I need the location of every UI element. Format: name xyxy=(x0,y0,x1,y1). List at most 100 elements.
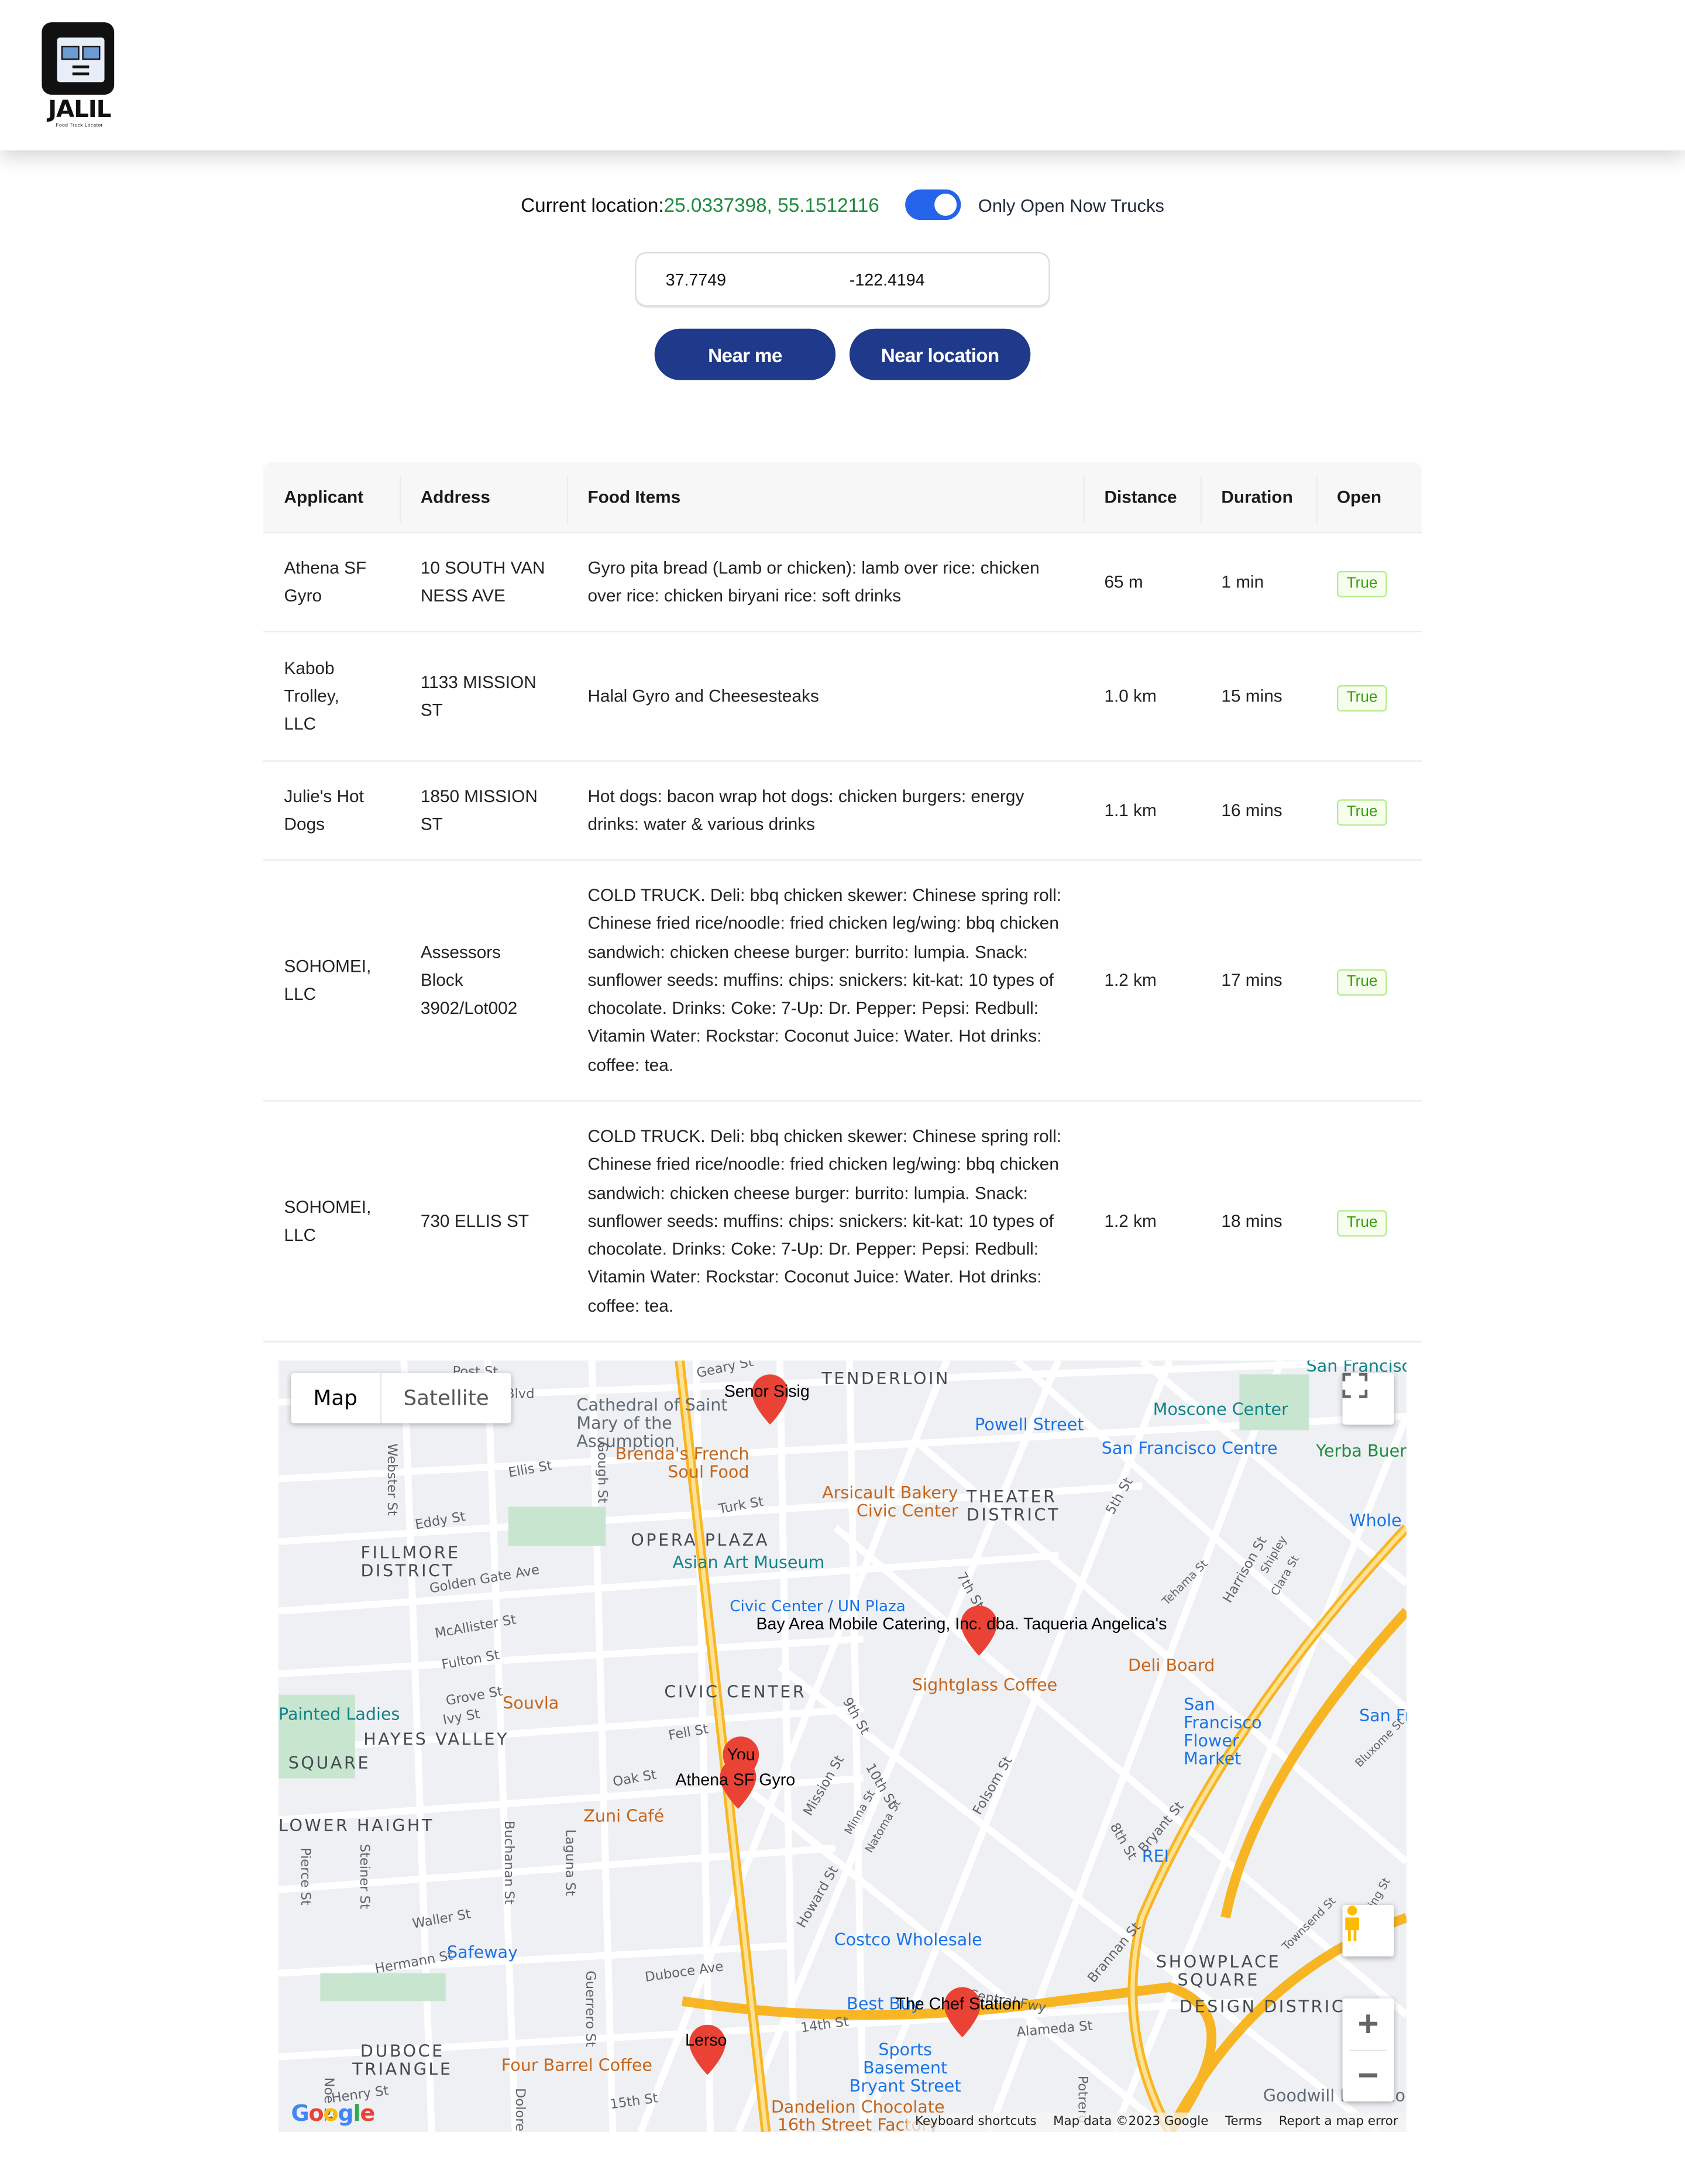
district-label: DUBOCE TRIANGLE xyxy=(352,2041,453,2079)
column-header-duration[interactable]: Duration xyxy=(1200,476,1316,524)
cell-address: Assessors Block 3902/Lot002 xyxy=(420,942,518,1019)
latitude-input[interactable] xyxy=(662,268,847,291)
zoom-out-button[interactable]: − xyxy=(1343,2051,1394,2101)
terms-link[interactable]: Terms xyxy=(1217,2116,1271,2130)
marker-label[interactable]: Lerso xyxy=(685,2030,727,2049)
map-attribution: Keyboard shortcuts Map data ©2023 Google… xyxy=(906,2112,1407,2133)
table-row[interactable]: SOHOMEI, LLC 730 ELLIS ST COLD TRUCK. De… xyxy=(263,1102,1422,1343)
cell-food-items: COLD TRUCK. Deli: bbq chicken skewer: Ch… xyxy=(587,885,1062,1075)
current-location-value: 25.0337398, 55.1512116 xyxy=(663,193,879,216)
cell-food-items: COLD TRUCK. Deli: bbq chicken skewer: Ch… xyxy=(587,1126,1062,1316)
poi-safeway[interactable]: Safeway xyxy=(447,1944,518,1962)
open-now-toggle-label: Only Open Now Trucks xyxy=(978,194,1164,215)
marker-label[interactable]: The Chef Station xyxy=(895,1994,1020,2013)
cell-distance: 65 m xyxy=(1104,572,1143,592)
marker-label[interactable]: Bay Area Mobile Catering, Inc. dba. Taqu… xyxy=(756,1614,1167,1633)
cell-distance: 1.0 km xyxy=(1104,686,1157,706)
street-label: Gough St xyxy=(594,1442,610,1504)
poi-souvla[interactable]: Souvla xyxy=(503,1694,559,1713)
google-logo[interactable]: Google xyxy=(291,2100,375,2126)
map-type-map-button[interactable]: Map xyxy=(291,1373,381,1423)
poi-sports-basement[interactable]: Sports Basement Bryant Street xyxy=(835,2041,975,2096)
keyboard-shortcuts-link[interactable]: Keyboard shortcuts xyxy=(907,2116,1045,2130)
poi-brendas[interactable]: Brenda's French Soul Food xyxy=(610,1444,749,1482)
fullscreen-button[interactable] xyxy=(1342,1373,1394,1425)
column-header-food-items[interactable]: Food Items xyxy=(566,476,1084,524)
cell-applicant: Kabob Trolley, LLC xyxy=(284,658,339,734)
poi-four-barrel[interactable]: Four Barrel Coffee xyxy=(501,2056,652,2075)
map-view[interactable]: TENDERLOIN THEATER DISTRICT OPERA PLAZA … xyxy=(278,1360,1407,2133)
street-label: Webster St xyxy=(383,1443,399,1516)
location-bar: Current location: 25.0337398, 55.1512116… xyxy=(0,189,1685,221)
cell-applicant: Julie's Hot Dogs xyxy=(284,786,364,834)
longitude-input[interactable] xyxy=(847,268,1020,291)
district-label: TENDERLOIN xyxy=(821,1368,950,1389)
cell-address: 1133 MISSION ST xyxy=(420,672,537,720)
poi-asian-art-museum[interactable]: Asian Art Museum xyxy=(673,1553,825,1572)
marker-label[interactable]: Athena SF Gyro xyxy=(675,1770,795,1789)
table-row[interactable]: Julie's Hot Dogs 1850 MISSION ST Hot dog… xyxy=(263,762,1422,861)
column-header-distance[interactable]: Distance xyxy=(1083,476,1201,524)
cell-duration: 17 mins xyxy=(1221,970,1282,990)
poi-whole-foods[interactable]: Whole Foods xyxy=(1349,1512,1407,1530)
district-label: LOWER HAIGHT xyxy=(278,1815,434,1836)
street-label: Pierce St xyxy=(297,1847,312,1906)
cell-duration: 1 min xyxy=(1221,572,1264,592)
cell-address: 730 ELLIS ST xyxy=(420,1211,529,1231)
brand-tagline: Food Truck Locator xyxy=(56,122,103,128)
poi-yerba-buena[interactable]: Yerba Buena Ice Skating & Bowling Center xyxy=(1316,1442,1407,1461)
cell-applicant: SOHOMEI, LLC xyxy=(284,956,372,1005)
map-data-text: Map data ©2023 Google xyxy=(1053,2115,1209,2130)
district-label: DESIGN DISTRICT xyxy=(1180,1997,1358,2017)
open-status-badge: True xyxy=(1336,570,1388,597)
street-label: Guerrero St xyxy=(582,1970,597,2047)
district-label: SHOWPLACE SQUARE xyxy=(1156,1952,1281,1990)
cell-distance: 1.2 km xyxy=(1104,1211,1157,1231)
fullscreen-icon xyxy=(1342,1373,1368,1398)
report-error-link[interactable]: Report a map error xyxy=(1270,2116,1407,2130)
near-me-button[interactable]: Near me xyxy=(654,328,836,380)
poi-sightglass[interactable]: Sightglass Coffee xyxy=(912,1676,1057,1695)
poi-painted-ladies[interactable]: Painted Ladies xyxy=(278,1705,400,1724)
cell-duration: 16 mins xyxy=(1221,800,1282,820)
district-label: CIVIC CENTER xyxy=(664,1682,807,1702)
poi-sf-centre[interactable]: San Francisco Centre xyxy=(1102,1439,1278,1458)
district-label: FILLMORE DISTRICT xyxy=(360,1543,460,1581)
cell-duration: 18 mins xyxy=(1221,1211,1282,1231)
table-header: Applicant Address Food Items Distance Du… xyxy=(263,462,1422,534)
district-label: HAYES VALLEY xyxy=(363,1729,510,1749)
poi-civic-center-bart[interactable]: Civic Center / UN Plaza xyxy=(730,1597,906,1615)
logo[interactable]: JALIL Food Truck Locator xyxy=(39,19,120,130)
column-header-address[interactable]: Address xyxy=(400,476,567,524)
column-header-open[interactable]: Open xyxy=(1316,476,1422,524)
zoom-in-button[interactable]: + xyxy=(1343,1999,1394,2049)
cell-address: 1850 MISSION ST xyxy=(420,786,538,834)
map-type-satellite-button[interactable]: Satellite xyxy=(381,1373,511,1423)
cell-distance: 1.2 km xyxy=(1104,970,1157,990)
minus-icon: − xyxy=(1357,2054,1379,2096)
street-label: Dolores xyxy=(511,2088,527,2133)
marker-label[interactable]: Senor Sisig xyxy=(724,1381,810,1401)
district-label: SQUARE xyxy=(288,1753,371,1773)
poi-powell-street[interactable]: Powell Street xyxy=(975,1415,1084,1435)
open-status-badge: True xyxy=(1336,684,1388,711)
pegman-icon xyxy=(1345,1906,1360,1941)
toggle-knob xyxy=(934,193,958,216)
open-now-toggle[interactable] xyxy=(905,189,962,221)
table-row[interactable]: Athena SF Gyro 10 SOUTH VAN NESS AVE Gyr… xyxy=(263,534,1422,632)
open-status-badge: True xyxy=(1336,1209,1388,1236)
column-header-applicant[interactable]: Applicant xyxy=(263,487,400,507)
poi-deli-board[interactable]: Deli Board xyxy=(1128,1656,1215,1675)
district-label: THEATER DISTRICT xyxy=(966,1487,1061,1525)
district-label: OPERA PLAZA xyxy=(631,1530,770,1550)
poi-costco[interactable]: Costco Wholesale xyxy=(834,1931,982,1949)
poi-arsicault[interactable]: Arsicault Bakery Civic Center xyxy=(819,1484,958,1521)
street-view-pegman[interactable] xyxy=(1342,1905,1394,1957)
plus-icon: + xyxy=(1357,2002,1379,2045)
table-row[interactable]: SOHOMEI, LLC Assessors Block 3902/Lot002… xyxy=(263,861,1422,1102)
poi-moscone-center[interactable]: Moscone Center xyxy=(1153,1400,1288,1419)
poi-zuni-cafe[interactable]: Zuni Café xyxy=(583,1807,664,1825)
poi-flower-market[interactable]: San Francisco Flower Market xyxy=(1184,1695,1295,1769)
table-row[interactable]: Kabob Trolley, LLC 1133 MISSION ST Halal… xyxy=(263,632,1422,762)
near-location-button[interactable]: Near location xyxy=(849,328,1031,380)
